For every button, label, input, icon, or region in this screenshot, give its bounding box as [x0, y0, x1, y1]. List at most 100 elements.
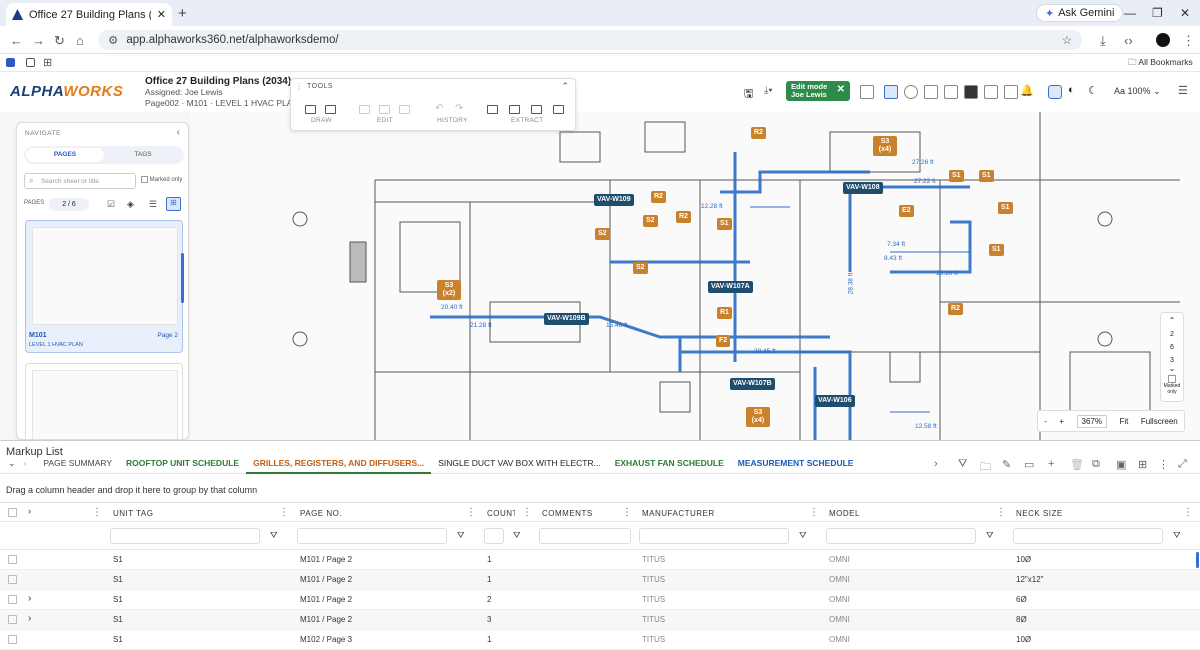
column-menu-icon[interactable]: ⋮ [279, 507, 290, 518]
paste-icon[interactable] [379, 105, 390, 114]
devtools-icon[interactable]: ‹› [1124, 33, 1133, 48]
forward-icon[interactable]: → [32, 33, 45, 48]
bookmark-star-icon[interactable]: ☆ [1062, 33, 1072, 47]
drag-handle-icon[interactable]: ⋮ [295, 82, 303, 91]
delete-row-icon[interactable]: 🗑 [1070, 458, 1084, 471]
save-icon[interactable]: 🖫 [744, 85, 753, 104]
tab-tags[interactable]: TAGS [104, 148, 182, 162]
home-icon[interactable]: ⌂ [76, 33, 84, 48]
add-row-icon[interactable]: + [1048, 458, 1054, 470]
row-checkbox[interactable] [8, 615, 17, 624]
collapse-panel-icon[interactable]: ‹ [177, 127, 180, 138]
s-tag[interactable]: S1 [989, 244, 1004, 256]
refresh-extract-icon[interactable] [531, 105, 542, 114]
app-bookmark-icon[interactable] [6, 58, 15, 67]
new-tab-button[interactable]: + [178, 5, 187, 22]
apps-grid-icon[interactable]: ⊞ [43, 56, 52, 69]
expand-icon[interactable]: ⤢ [1178, 458, 1187, 471]
zoom-out-button[interactable]: - [1044, 417, 1047, 426]
s-tag[interactable]: S2 [595, 228, 610, 240]
grid-layout-icon[interactable]: ⊞ [1138, 458, 1147, 471]
s-tag[interactable]: S2 [643, 215, 658, 227]
layers-toggle-icon[interactable] [860, 85, 874, 99]
s-tag[interactable]: S2 [633, 262, 648, 274]
delete-icon[interactable] [399, 105, 410, 114]
column-comments[interactable]: COMMENTS [542, 509, 593, 518]
filter-icon[interactable]: ⛛ [799, 530, 807, 541]
tab-exhaust-fan-schedule[interactable]: EXHAUST FAN SCHEDULE [608, 452, 731, 474]
hierarchy-icon[interactable]: ⧉ [1092, 458, 1100, 471]
row-checkbox[interactable] [8, 635, 17, 644]
maximize-icon[interactable]: ❐ [1152, 6, 1163, 20]
filter-input-page-no[interactable] [297, 528, 447, 544]
s-tag[interactable]: S1 [949, 170, 964, 182]
marked-only-checkbox-icon[interactable] [1168, 375, 1176, 383]
download-menu-icon[interactable]: ⤓▾ [764, 85, 773, 96]
hvac-floor-plan-drawing[interactable] [190, 112, 1200, 440]
tab-single-duct-vav-box[interactable]: SINGLE DUCT VAV BOX WITH ELECTR... [431, 452, 607, 474]
site-info-icon[interactable]: ⚙ [108, 33, 118, 47]
reload-icon[interactable]: ↻ [54, 33, 65, 49]
page-thumbnail[interactable] [25, 363, 183, 439]
filter-icon[interactable]: ⛛ [513, 530, 521, 541]
close-tab-icon[interactable]: ✕ [157, 8, 166, 21]
table-row[interactable]: S1 M101 / Page 2 1 TITUS OMNI 10Ø [0, 550, 1200, 570]
page-thumbnail-selected[interactable]: M101 LEVEL 1 HVAC PLAN Page 2 [25, 220, 183, 353]
column-menu-icon[interactable]: ⋮ [522, 507, 533, 518]
vav-tag[interactable]: VAV-W108 [843, 182, 883, 194]
s-tag[interactable]: S3 (x4) [873, 136, 897, 156]
edit-pencil-icon[interactable]: ✎ [1002, 458, 1011, 471]
dark-theme-icon[interactable]: ☾ [1088, 84, 1102, 98]
r-tag[interactable]: R1 [717, 307, 732, 319]
more-options-icon[interactable]: ⋮ [1158, 458, 1169, 471]
minimize-icon[interactable]: — [1124, 6, 1136, 20]
fullscreen-button[interactable]: Fullscreen [1141, 417, 1178, 426]
bell-icon[interactable]: 🔔 [1020, 84, 1034, 98]
grid-scrollbar[interactable] [1196, 552, 1199, 568]
column-unit-tag[interactable]: UNIT TAG [113, 509, 153, 518]
stack-icon[interactable] [924, 85, 938, 99]
wall-icon[interactable] [944, 85, 958, 99]
back-icon[interactable]: ← [10, 33, 23, 48]
redo-icon[interactable]: ↷ [455, 103, 463, 114]
r-tag[interactable]: R2 [651, 191, 666, 203]
markup-edit-icon[interactable] [884, 85, 898, 99]
thumbnail-scrollbar[interactable] [181, 253, 184, 303]
e-tag[interactable]: E2 [899, 205, 914, 217]
filter-input-unit-tag[interactable] [110, 528, 260, 544]
contrast-icon[interactable]: ◐ [1068, 84, 1082, 98]
zoom-percentage[interactable]: 367% [1076, 414, 1107, 428]
tabs-scroll-right-icon[interactable]: › [934, 458, 938, 470]
column-menu-icon[interactable]: ⋮ [466, 507, 477, 518]
close-window-icon[interactable]: ✕ [1180, 6, 1190, 20]
layers-icon[interactable] [964, 85, 978, 99]
filter-input-model[interactable] [826, 528, 976, 544]
filter-input-comments[interactable] [539, 528, 631, 544]
column-menu-icon[interactable]: ⋮ [92, 507, 103, 518]
comment-add-icon[interactable]: ▭ [1024, 458, 1034, 471]
app-menu-icon[interactable]: ☰ [1178, 84, 1188, 97]
vav-tag[interactable]: VAV-W106 [815, 395, 855, 407]
row-expand-icon[interactable]: › [28, 613, 31, 624]
filter-icon[interactable]: ⛛ [958, 458, 967, 471]
layout-icon[interactable]: ▣ [1116, 458, 1126, 471]
page-down-icon[interactable]: ⌄ [1161, 364, 1183, 373]
document-icon[interactable] [984, 85, 998, 99]
column-menu-icon[interactable]: ⋮ [809, 507, 820, 518]
tab-measurement-schedule[interactable]: MEASUREMENT SCHEDULE [731, 452, 861, 474]
table-row[interactable]: › S1 M101 / Page 2 3 TITUS OMNI 8Ø [0, 610, 1200, 630]
layers-icon[interactable]: ◈ [127, 199, 134, 210]
column-manufacturer[interactable]: MANUFACTURER [642, 509, 715, 518]
sheet-search-input[interactable]: Search sheet or title [24, 173, 136, 189]
select-all-checkbox[interactable] [8, 508, 17, 517]
list-view-icon[interactable]: ☰ [149, 199, 157, 210]
r-tag[interactable]: R2 [751, 127, 766, 139]
checklist-icon[interactable]: ☑ [107, 199, 115, 210]
folder-move-icon[interactable]: 🗀 [980, 458, 991, 477]
filter-icon[interactable]: ⛛ [270, 530, 278, 541]
tab-grilles-registers-diffusers[interactable]: GRILLES, REGISTERS, AND DIFFUSERS... [246, 452, 432, 474]
tab-page-summary[interactable]: PAGE SUMMARY [36, 452, 119, 474]
table-row[interactable]: S1 M101 / Page 2 1 TITUS OMNI 12"x12" [0, 570, 1200, 590]
marked-only-checkbox[interactable]: Marked only [141, 176, 182, 183]
all-bookmarks[interactable]: 🗀 All Bookmarks [1128, 57, 1193, 71]
